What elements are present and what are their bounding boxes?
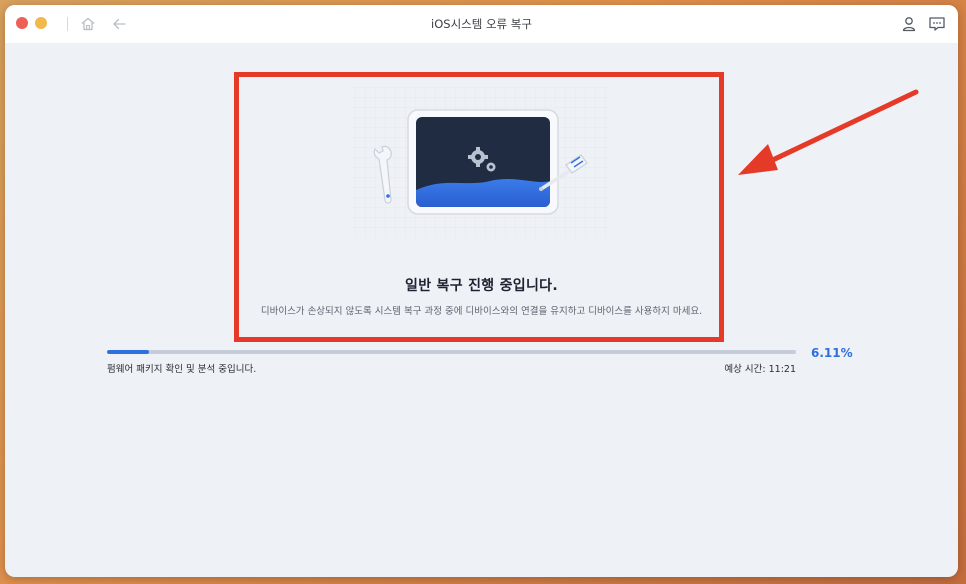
- status-text: 펌웨어 패키지 확인 및 분석 중입니다.: [107, 364, 257, 375]
- chat-icon[interactable]: [928, 15, 946, 33]
- progress-bar: [107, 350, 796, 354]
- progress-percent: 6.11%: [811, 346, 853, 360]
- highlight-box: [234, 72, 724, 342]
- annotation-arrow-icon: [738, 89, 919, 175]
- estimated-time: 예상 시간: 11:21: [724, 364, 796, 375]
- title-bar: iOS시스템 오류 복구: [5, 5, 958, 43]
- user-icon[interactable]: [900, 15, 918, 33]
- progress-fill: [107, 350, 150, 354]
- window-title: iOS시스템 오류 복구: [431, 17, 532, 31]
